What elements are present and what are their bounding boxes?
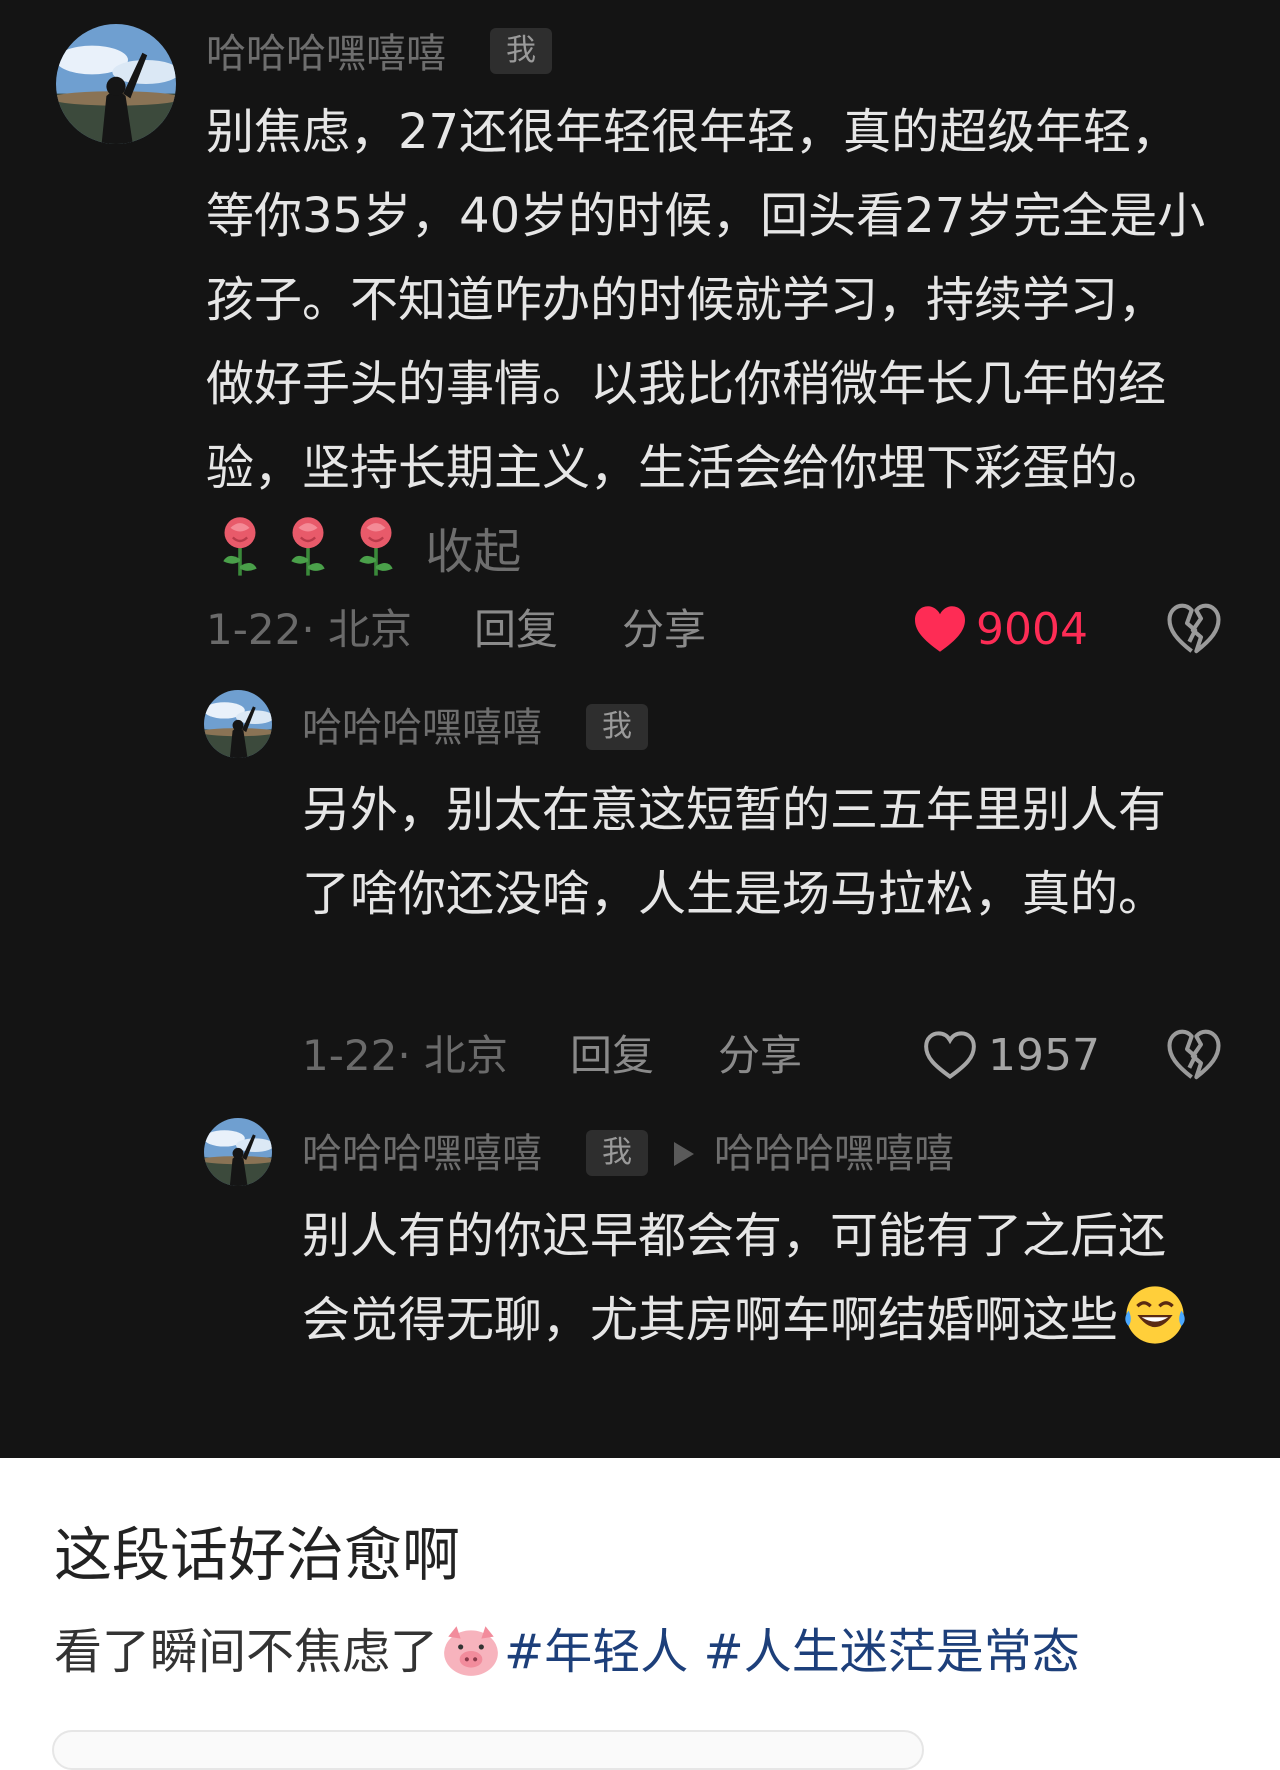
rose-emoji <box>216 516 264 578</box>
comment-username[interactable]: 哈哈哈嘿嘻嘻 <box>206 30 446 78</box>
comment-body: 别人有的你迟早都会有，可能有了之后还会觉得无聊，尤其房啊车啊结婚啊这些 <box>302 1208 1167 1348</box>
comment-body: 别焦虑，27还很年轻很年轻，真的超级年轻，等你35岁，40岁的时候，回头看27岁… <box>206 104 1206 496</box>
heart-filled-icon[interactable] <box>912 604 968 654</box>
user-avatar[interactable] <box>204 690 272 758</box>
user-avatar[interactable] <box>204 1118 272 1186</box>
laughing-tears-emoji <box>1122 1282 1188 1348</box>
comment-text: 别焦虑，27还很年轻很年轻，真的超级年轻，等你35岁，40岁的时候，回头看27岁… <box>206 90 1206 594</box>
heart-outline-icon[interactable] <box>922 1030 978 1080</box>
user-avatar[interactable] <box>56 24 176 144</box>
reply-to-username[interactable]: 哈哈哈嘿嘻嘻 <box>714 1130 954 1178</box>
pig-emoji <box>440 1622 502 1678</box>
me-badge: 我 <box>586 704 648 750</box>
collapse-button[interactable]: 收起 <box>425 524 521 580</box>
comment-text: 别人有的你迟早都会有，可能有了之后还会觉得无聊，尤其房啊车啊结婚啊这些 <box>302 1194 1192 1362</box>
like-count: 9004 <box>976 604 1088 655</box>
like-count: 1957 <box>988 1030 1100 1081</box>
broken-heart-icon[interactable] <box>1166 602 1222 656</box>
comment-username[interactable]: 哈哈哈嘿嘻嘻 <box>302 1130 542 1178</box>
reply-button[interactable]: 回复 <box>570 1030 654 1082</box>
me-badge: 我 <box>586 1130 648 1176</box>
reply-button[interactable]: 回复 <box>474 604 558 656</box>
share-button[interactable]: 分享 <box>622 604 706 656</box>
hashtag-link[interactable]: #人生迷茫是常态 <box>704 1624 1080 1680</box>
hashtag-link[interactable]: #年轻人 <box>504 1624 688 1680</box>
comment-username[interactable]: 哈哈哈嘿嘻嘻 <box>302 704 542 752</box>
bottom-card <box>52 1730 924 1770</box>
rose-emoji <box>284 516 332 578</box>
me-badge: 我 <box>490 28 552 74</box>
broken-heart-icon[interactable] <box>1166 1028 1222 1082</box>
rose-emoji <box>352 516 400 578</box>
comment-date-location: 1-22· 北京 <box>302 1031 509 1080</box>
post-body-text: 看了瞬间不焦虑了 <box>54 1624 439 1680</box>
post-body: 看了瞬间不焦虑了 #年轻人 #人生迷茫是常态 <box>54 1620 1080 1684</box>
comment-date-location: 1-22· 北京 <box>206 605 413 654</box>
post-title: 这段话好治愈啊 <box>54 1521 461 1589</box>
comment-text: 另外，别太在意这短暂的三五年里别人有了啥你还没啥，人生是场马拉松，真的。 <box>302 782 1167 922</box>
share-button[interactable]: 分享 <box>718 1030 802 1082</box>
reply-arrow-icon <box>674 1142 694 1166</box>
comment-screenshot: 哈哈哈嘿嘻嘻 我 别焦虑，27还很年轻很年轻，真的超级年轻，等你35岁，40岁的… <box>0 0 1280 1458</box>
